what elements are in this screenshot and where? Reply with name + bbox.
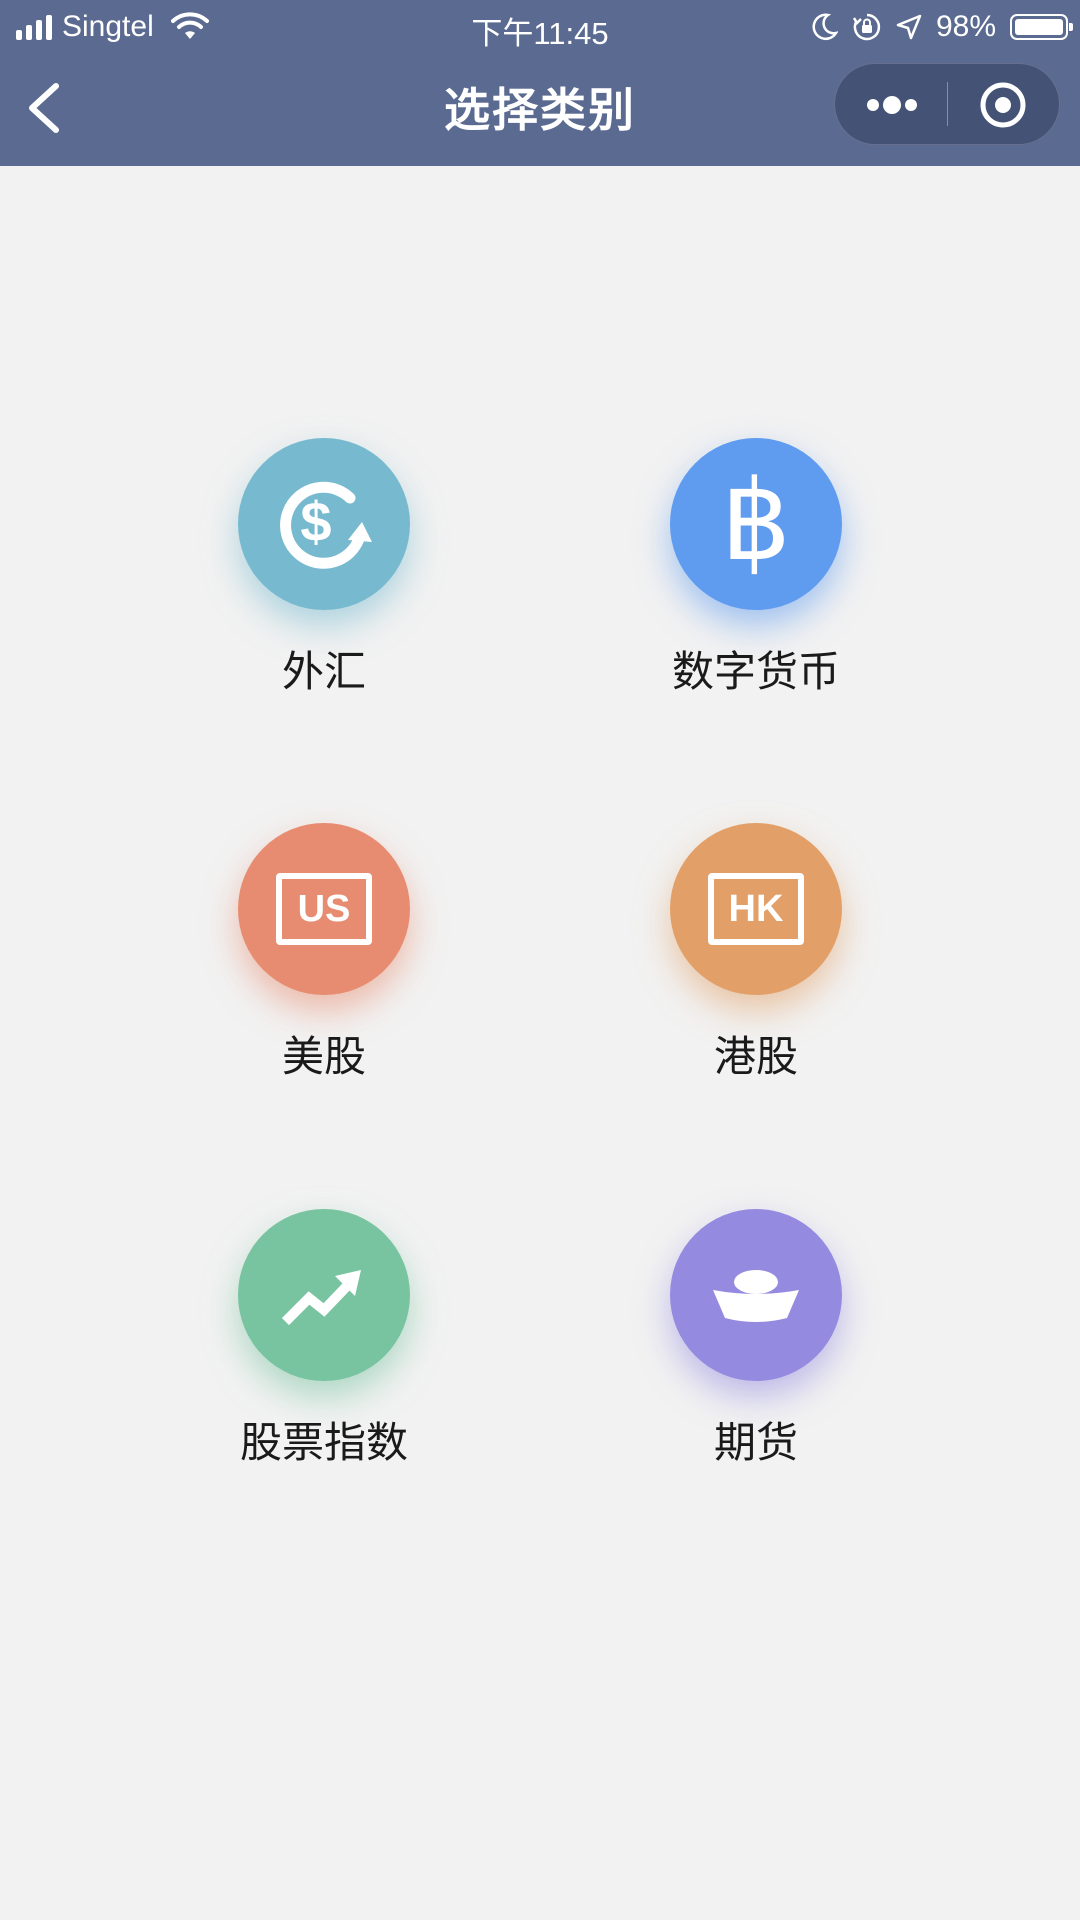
category-label: 港股: [713, 1032, 798, 1081]
hk-stock-icon-circle: HK: [670, 823, 842, 995]
svg-text:$: $: [300, 490, 331, 553]
category-label: 美股: [281, 1032, 366, 1081]
category-label: 期货: [713, 1418, 798, 1467]
us-stock-icon-circle: US: [238, 823, 410, 995]
forex-icon-circle: $: [238, 438, 410, 610]
crypto-icon-circle: ฿: [670, 438, 842, 610]
category-stock-index[interactable]: 股票指数: [204, 1209, 444, 1509]
category-hk-stocks[interactable]: HK 港股: [636, 823, 876, 1123]
index-icon-circle: [238, 1209, 410, 1381]
us-stock-icon: US: [276, 873, 372, 945]
futures-icon-circle: [670, 1209, 842, 1381]
trend-up-icon: [281, 1270, 361, 1326]
category-label: 股票指数: [239, 1418, 408, 1467]
gold-ingot-icon: [713, 1270, 799, 1322]
hk-stock-icon: HK: [708, 873, 804, 945]
category-grid: $ 外汇 ฿ 数字货币 US 美股 HK 港股 股票指数 期货: [0, 0, 1080, 1920]
category-crypto[interactable]: ฿ 数字货币: [636, 438, 876, 738]
bitcoin-icon: ฿: [721, 460, 791, 583]
category-forex[interactable]: $ 外汇: [204, 438, 444, 738]
category-futures[interactable]: 期货: [636, 1209, 876, 1509]
dollar-exchange-icon: $: [280, 481, 372, 569]
category-label: 数字货币: [671, 647, 840, 696]
category-label: 外汇: [281, 647, 366, 696]
category-us-stocks[interactable]: US 美股: [204, 823, 444, 1123]
